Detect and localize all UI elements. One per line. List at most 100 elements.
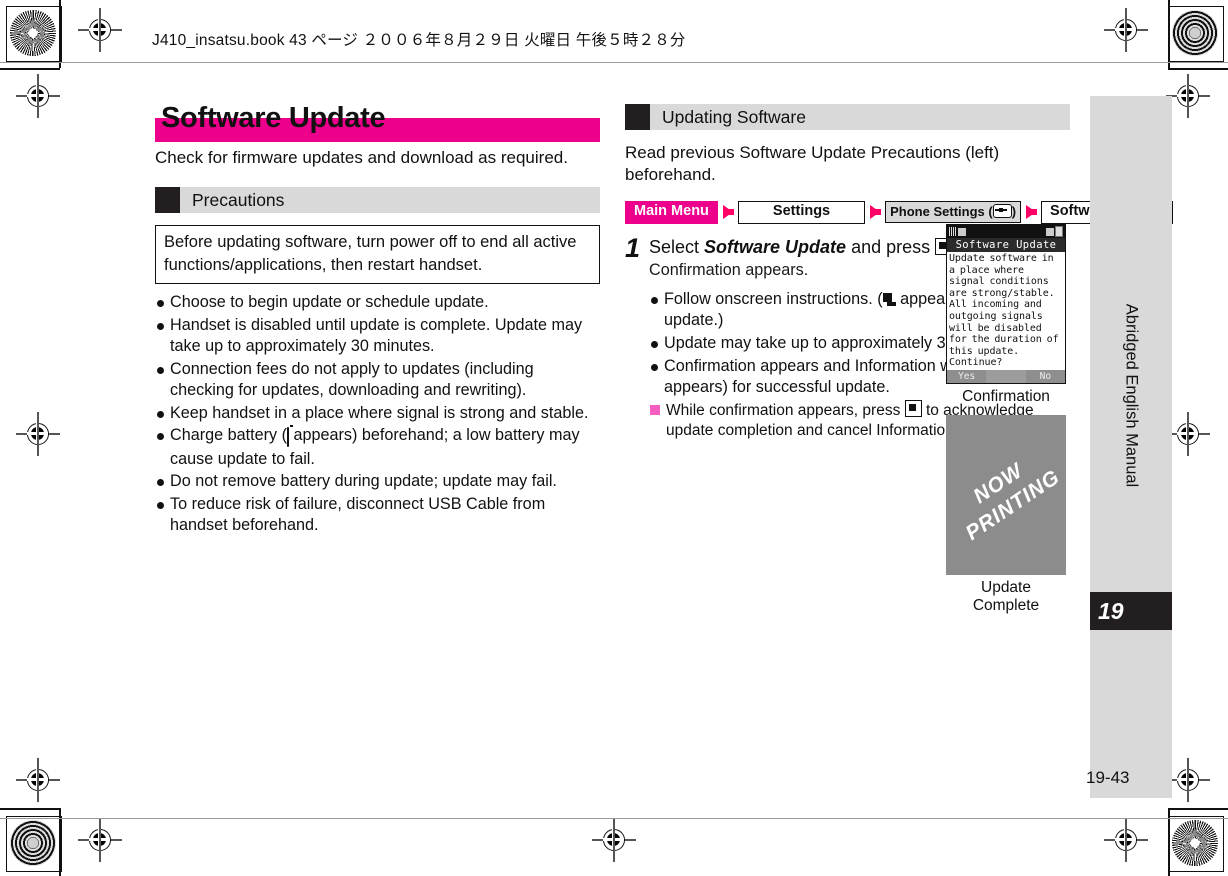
mail-icon (957, 227, 966, 236)
step-title-after: and press (846, 236, 936, 257)
registration-dot (89, 829, 110, 850)
phone-body-text: Update software in a place where signal … (947, 252, 1065, 370)
registration-dot (1115, 829, 1136, 850)
sidebar-manual-label: Abridged English Manual (1122, 303, 1141, 488)
softkey-yes[interactable]: Yes (947, 370, 986, 383)
registration-mark-top-left (78, 8, 122, 52)
registration-mark-left-middle (16, 412, 60, 456)
registration-circle (1115, 19, 1137, 41)
softkey-middle[interactable] (986, 369, 1026, 383)
registration-mark-right-upper (1166, 74, 1210, 118)
registration-dot (1177, 423, 1198, 444)
registration-mark-bottom-left (78, 818, 122, 862)
trim-line-tl-v (59, 0, 61, 68)
left-column: Software Update Check for firmware updat… (155, 104, 600, 538)
section-marker-block (625, 104, 650, 130)
registration-circle (27, 423, 49, 445)
list-item-battery: Charge battery ( appears) beforehand; a … (155, 425, 600, 470)
breadcrumb-phone-settings[interactable]: Phone Settings () (885, 201, 1022, 224)
trim-line-tl-h (0, 68, 60, 70)
breadcrumb-main-menu[interactable]: Main Menu (625, 200, 718, 224)
registration-dot (27, 85, 48, 106)
registration-mark-bottom-right (1104, 818, 1148, 862)
list-item: Handset is disabled until update is comp… (155, 315, 600, 358)
registration-dot (1177, 85, 1198, 106)
phone-status-bar (947, 225, 1065, 238)
starburst-target-top-left (10, 10, 56, 56)
step-title-emphasis: Software Update (704, 236, 847, 257)
page-lead-text: Check for firmware updates and download … (155, 148, 568, 167)
list-item: To reduce risk of failure, disconnect US… (155, 494, 600, 537)
list-item: Keep handset in a place where signal is … (155, 403, 600, 425)
battery-status-icon (1055, 226, 1063, 237)
registration-dot (1177, 769, 1198, 790)
registration-mark-left-lower (16, 758, 60, 802)
bullet-text-after: appears) for successful update. (664, 378, 890, 397)
status-right-icons (1045, 226, 1063, 237)
screenshot-caption: Confirmation (962, 387, 1050, 405)
breadcrumb-arrow-icon (722, 205, 734, 220)
breadcrumb-phone-settings-label: Phone Settings ( (890, 204, 993, 220)
registration-circle (1177, 85, 1199, 107)
bullet-text-before: Follow onscreen instructions. ( (664, 289, 883, 308)
registration-circle (1177, 769, 1199, 791)
screenshot-caption: Update Complete (972, 579, 1040, 614)
page-number: 19-43 (1086, 768, 1130, 787)
precaution-list: Choose to begin update or schedule updat… (155, 292, 600, 537)
phone-title-bar: Software Update (947, 238, 1065, 252)
registration-dot (1115, 19, 1136, 40)
step-title-before: Select (649, 236, 705, 257)
softkey-no[interactable]: No (1026, 370, 1065, 383)
now-printing-label: NOW PRINTING (961, 458, 1065, 546)
registration-dot (27, 423, 48, 444)
page-rule-top (0, 62, 1228, 63)
downloading-icon (882, 292, 896, 306)
battery-icon (286, 427, 289, 448)
starburst-target-bottom-right (1172, 820, 1218, 866)
sidebar-chapter-number: 19 (1090, 592, 1172, 630)
phone-screen-confirmation: Software Update Update software in a pla… (946, 224, 1066, 384)
navigation-key-icon (992, 204, 1012, 219)
step-number: 1 (625, 232, 641, 263)
breadcrumb-arrow-icon (870, 205, 882, 220)
registration-mark-bottom-center (592, 818, 636, 862)
registration-mark-left-upper (16, 74, 60, 118)
trim-line-br-h (1168, 808, 1228, 810)
registration-mark-right-middle (1166, 412, 1210, 456)
page-rule-bottom (0, 818, 1228, 819)
registration-circle (89, 19, 111, 41)
trim-line-tr-v (1168, 0, 1170, 68)
status-left-icons (949, 227, 966, 236)
registration-circle (27, 85, 49, 107)
registration-dot (89, 19, 110, 40)
list-item: Do not remove battery during update; upd… (155, 471, 600, 493)
registration-circle (1115, 829, 1137, 851)
registration-circle (27, 769, 49, 791)
section-heading-label: Updating Software (662, 106, 806, 127)
registration-mark-top-right (1104, 8, 1148, 52)
note-text-before: While confirmation appears, press (666, 401, 905, 419)
phone-body-paragraph: Update software in a place where signal … (949, 253, 1059, 357)
list-item: Connection fees do not apply to updates … (155, 359, 600, 402)
starburst-target-top-right (1172, 10, 1218, 56)
file-header: J410_insatsu.book 43 ページ ２００６年８月２９日 火曜日 … (152, 32, 686, 49)
phone-softkey-bar: Yes No (947, 369, 1065, 383)
right-lead-text: Read previous Software Update Precaution… (625, 143, 1000, 185)
section-heading-precautions: Precautions (155, 187, 600, 214)
warning-callout: Before updating software, turn power off… (155, 225, 600, 284)
center-key-icon (904, 399, 922, 417)
registration-dot (603, 829, 624, 850)
section-heading-label: Precautions (192, 189, 285, 210)
breadcrumb-settings[interactable]: Settings (737, 200, 866, 224)
phone-body-question: Continue? (949, 357, 1003, 369)
clock-icon (1045, 227, 1054, 236)
now-printing-placeholder: NOW PRINTING (946, 415, 1066, 575)
list-item: Choose to begin update or schedule updat… (155, 292, 600, 314)
screenshot-update-complete: NOW PRINTING Update Complete (946, 415, 1066, 615)
registration-circle (1177, 423, 1199, 445)
trim-line-tr-h (1168, 68, 1228, 70)
breadcrumb-arrow-icon (1026, 205, 1038, 220)
right-sidebar: Abridged English Manual 19 (1090, 96, 1172, 798)
registration-circle (89, 829, 111, 851)
registration-mark-right-lower (1166, 758, 1210, 802)
